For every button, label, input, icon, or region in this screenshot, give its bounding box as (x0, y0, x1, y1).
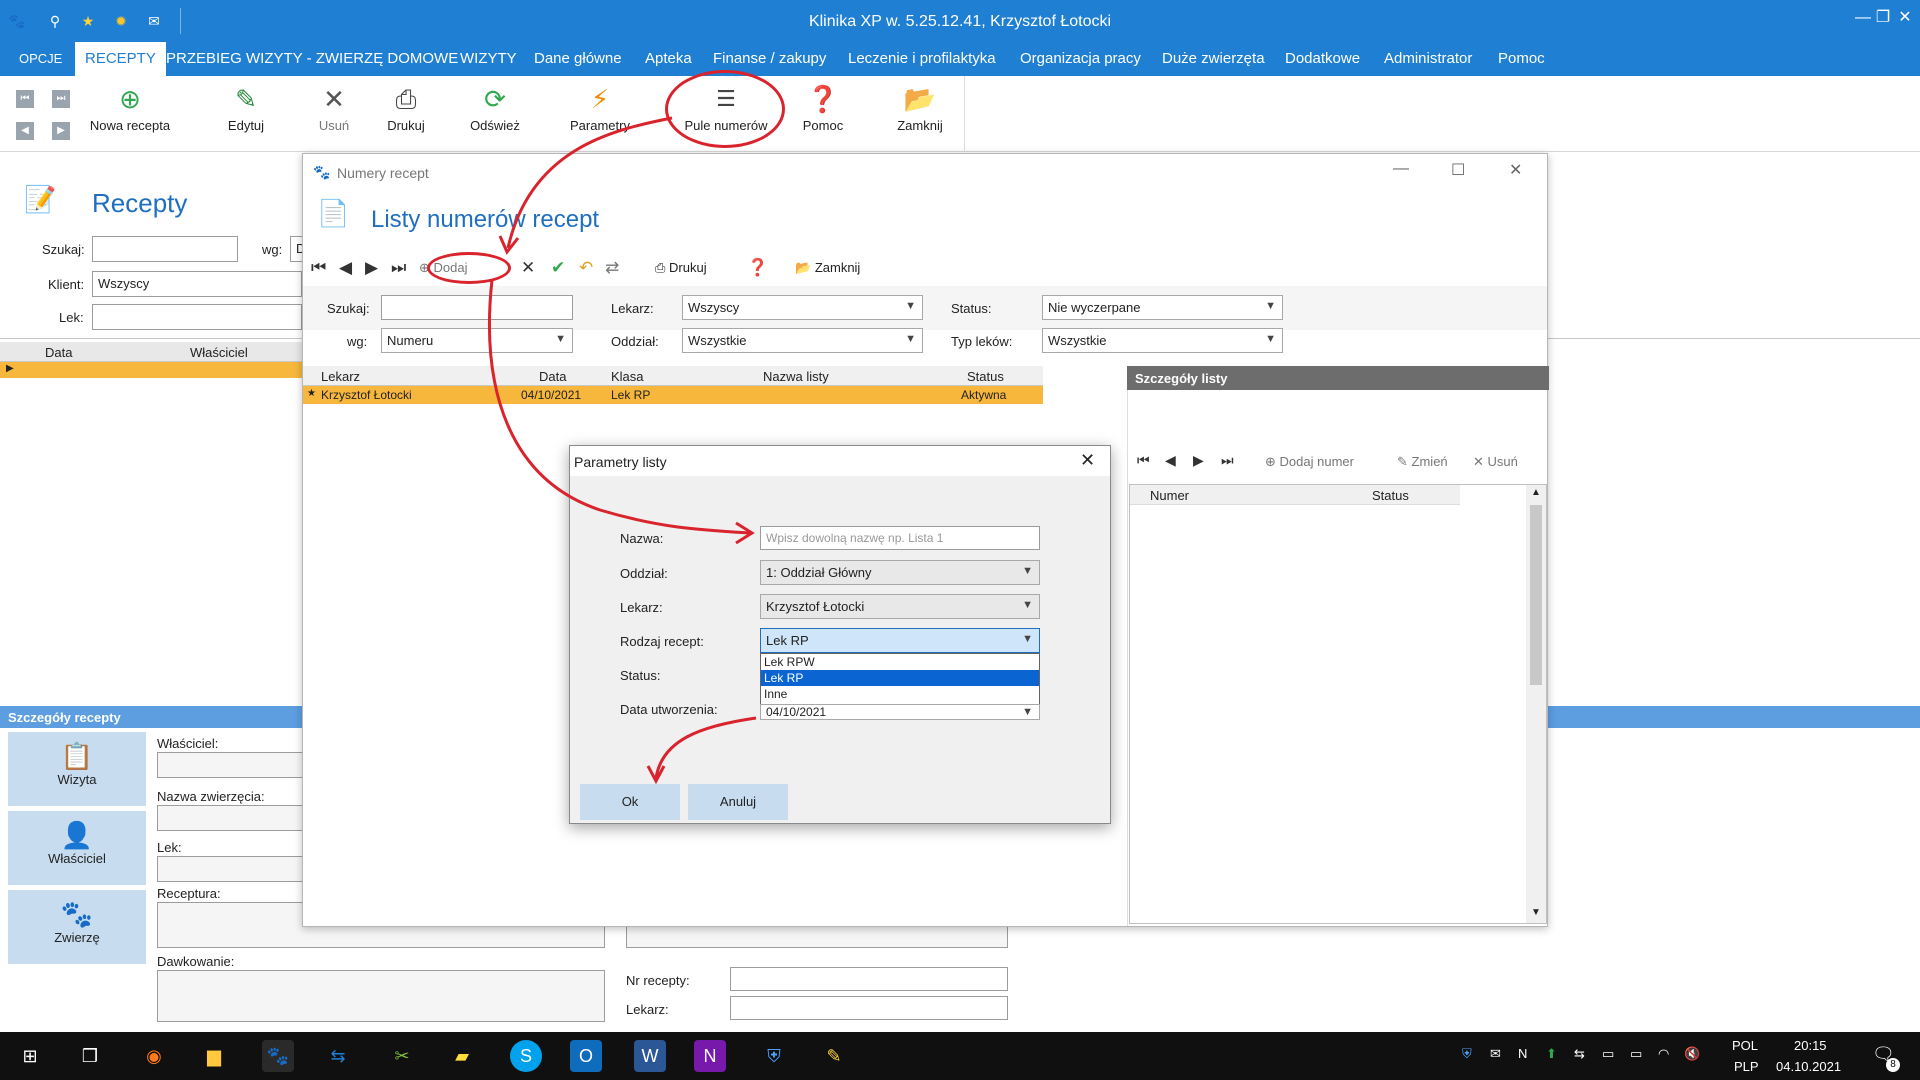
file-explorer-icon[interactable]: ▆ (198, 1040, 230, 1072)
sticky-notes-icon[interactable]: ▰ (446, 1040, 478, 1072)
onenote-icon[interactable]: N (694, 1040, 726, 1072)
notification-count: 8 (1886, 1058, 1900, 1072)
outlook-tray-icon[interactable]: ✉ (1490, 1046, 1501, 1062)
greenshot-icon[interactable]: ✎ (818, 1040, 850, 1072)
word-icon[interactable]: W (634, 1040, 666, 1072)
task-view-icon[interactable]: ❒ (74, 1040, 106, 1072)
teamviewer-tray-icon[interactable]: ⇆ (1574, 1046, 1585, 1062)
skype-icon[interactable]: S (510, 1040, 542, 1072)
defender-icon[interactable]: ⛨ (758, 1040, 790, 1072)
wifi-icon[interactable]: ◠ (1658, 1046, 1669, 1062)
taskbar: ⊞ ❒ ◉ ▆ 🐾 ⇆ ✂ ▰ S O W N ⛨ ✎ ⛨ ✉ N ⬆ ⇆ ▭ … (0, 1032, 1920, 1080)
volume-muted-icon[interactable]: 🔇 (1684, 1046, 1700, 1062)
windows-start-icon[interactable]: ⊞ (14, 1040, 46, 1072)
lang-code-1[interactable]: POL (1732, 1038, 1758, 1053)
storage-tray-icon[interactable]: ▭ (1602, 1046, 1614, 1062)
firefox-icon[interactable]: ◉ (138, 1040, 170, 1072)
snip-tool-icon[interactable]: ✂ (386, 1040, 418, 1072)
update-tray-icon[interactable]: ⬆ (1546, 1046, 1557, 1062)
onenote-tray-icon[interactable]: N (1518, 1046, 1527, 1061)
lang-code-2[interactable]: PLP (1734, 1059, 1759, 1074)
annotation-arrows (488, 116, 757, 785)
klinika-xp-icon[interactable]: 🐾 (262, 1040, 294, 1072)
outlook-icon[interactable]: O (570, 1040, 602, 1072)
teamviewer-icon[interactable]: ⇆ (322, 1040, 354, 1072)
clock-time[interactable]: 20:15 (1794, 1038, 1827, 1053)
shield-tray-icon[interactable]: ⛨ (1462, 1046, 1472, 1062)
clock-date[interactable]: 04.10.2021 (1776, 1059, 1841, 1074)
battery-icon[interactable]: ▭ (1630, 1046, 1642, 1062)
